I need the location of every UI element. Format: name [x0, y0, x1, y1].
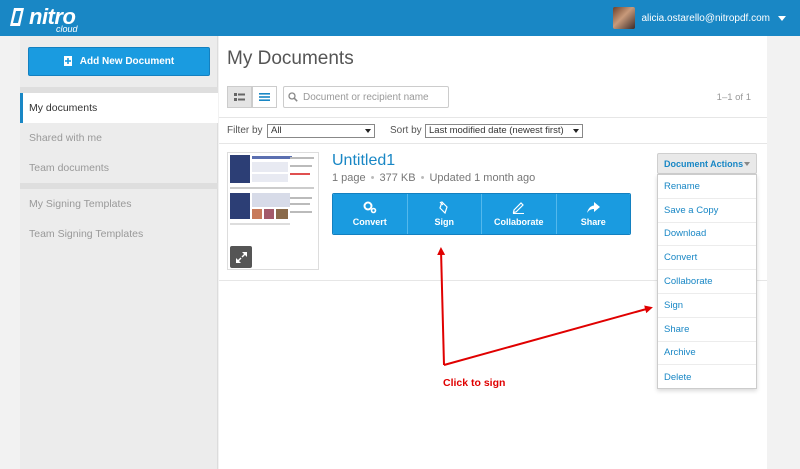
menu-item-share[interactable]: Share: [658, 318, 756, 342]
document-actions-label: Document Actions: [664, 158, 744, 169]
add-new-document-button[interactable]: Add New Document: [28, 47, 210, 76]
sidebar-item-team-signing-templates[interactable]: Team Signing Templates: [20, 219, 218, 249]
share-arrow-icon: [586, 201, 600, 213]
dropdown-arrow-icon: [365, 129, 371, 133]
share-label: Share: [580, 216, 606, 227]
menu-item-sign[interactable]: Sign: [658, 294, 756, 318]
right-gutter: [767, 36, 800, 469]
convert-button[interactable]: Convert: [333, 194, 408, 234]
convert-label: Convert: [352, 217, 387, 227]
filter-label: Filter by: [227, 125, 263, 136]
menu-item-save-a-copy[interactable]: Save a Copy: [658, 199, 756, 223]
search-input[interactable]: [303, 91, 443, 103]
dropdown-arrow-icon: [573, 129, 579, 133]
filter-select[interactable]: All: [267, 124, 375, 138]
separator-dot: •: [370, 172, 375, 184]
search-box: [283, 86, 449, 108]
filter-value: All: [271, 125, 282, 136]
chevron-down-icon: [744, 162, 750, 166]
divider: [219, 117, 767, 118]
document-pages: 1 page: [332, 172, 366, 184]
add-new-document-label: Add New Document: [79, 56, 175, 67]
collaborate-label: Collaborate: [493, 217, 544, 227]
sidebar-item-shared-with-me[interactable]: Shared with me: [20, 123, 218, 153]
convert-gears-icon: [363, 201, 377, 214]
menu-item-convert[interactable]: Convert: [658, 246, 756, 271]
sidebar-item-label: Team documents: [29, 162, 109, 174]
separator-dot: •: [420, 172, 425, 184]
document-preview-image: [230, 155, 314, 225]
document-updated: Updated 1 month ago: [429, 172, 536, 184]
nitro-logo-icon: [10, 8, 24, 26]
user-menu[interactable]: alicia.ostarello@nitropdf.com: [613, 6, 786, 30]
menu-item-rename[interactable]: Rename: [658, 175, 756, 199]
share-button[interactable]: Share: [556, 194, 630, 234]
sort-value: Last modified date (newest first): [429, 125, 564, 136]
detail-view-button[interactable]: [227, 86, 252, 108]
detail-list-icon: [234, 93, 245, 101]
annotation-label: Click to sign: [443, 377, 506, 389]
view-toggle: [227, 86, 277, 108]
menu-item-archive[interactable]: Archive: [658, 342, 756, 366]
avatar: [613, 7, 636, 29]
document-meta: 1 page • 377 KB • Updated 1 month ago: [332, 172, 535, 184]
sidebar-item-label: Shared with me: [29, 132, 102, 144]
sidebar-item-my-documents[interactable]: My documents: [20, 93, 218, 123]
sign-pen-icon: [439, 201, 448, 214]
page-title: My Documents: [227, 48, 354, 69]
compact-list-icon: [259, 93, 270, 101]
menu-item-collaborate[interactable]: Collaborate: [658, 270, 756, 294]
sidebar-item-label: My Signing Templates: [29, 198, 132, 210]
document-actions-menu: Rename Save a Copy Download Convert Coll…: [657, 174, 757, 389]
compact-view-button[interactable]: [252, 86, 277, 108]
sidebar-item-team-documents[interactable]: Team documents: [20, 153, 218, 183]
chevron-down-icon: [778, 15, 786, 21]
document-thumbnail[interactable]: [227, 152, 319, 270]
nitro-logo[interactable]: nitro cloud: [8, 3, 98, 35]
sidebar-item-label: My documents: [29, 102, 98, 114]
divider: [219, 143, 767, 144]
menu-item-delete[interactable]: Delete: [658, 365, 756, 389]
add-document-icon: [63, 56, 72, 66]
menu-item-download[interactable]: Download: [658, 223, 756, 247]
sidebar-item-my-signing-templates[interactable]: My Signing Templates: [20, 189, 218, 219]
sort-label: Sort by: [390, 125, 422, 136]
user-email: alicia.ostarello@nitropdf.com: [641, 12, 770, 24]
pager-count: 1–1 of 1: [716, 92, 751, 103]
collaborate-button[interactable]: Collaborate: [482, 194, 557, 234]
logo-sub: cloud: [56, 24, 78, 34]
sort-select[interactable]: Last modified date (newest first): [425, 124, 583, 138]
document-action-bar: Convert Sign Collaborate Share: [332, 193, 631, 235]
top-bar: nitro cloud alicia.ostarello@nitropdf.co…: [0, 0, 800, 36]
sidebar-item-label: Team Signing Templates: [29, 228, 144, 240]
expand-icon: [235, 251, 247, 263]
collaborate-pencil-icon: [512, 202, 525, 214]
document-actions-button[interactable]: Document Actions: [657, 153, 757, 174]
sign-label: Sign: [434, 217, 455, 227]
sign-button[interactable]: Sign: [407, 194, 482, 234]
expand-preview-button[interactable]: [230, 246, 252, 268]
sidebar: Add New Document My documents Shared wit…: [20, 36, 218, 469]
main-panel: My Documents 1–1 of 1 Filter by All S: [219, 36, 767, 469]
document-size: 377 KB: [379, 172, 416, 184]
document-title-link[interactable]: Untitled1: [332, 152, 395, 170]
search-icon: [288, 92, 298, 102]
